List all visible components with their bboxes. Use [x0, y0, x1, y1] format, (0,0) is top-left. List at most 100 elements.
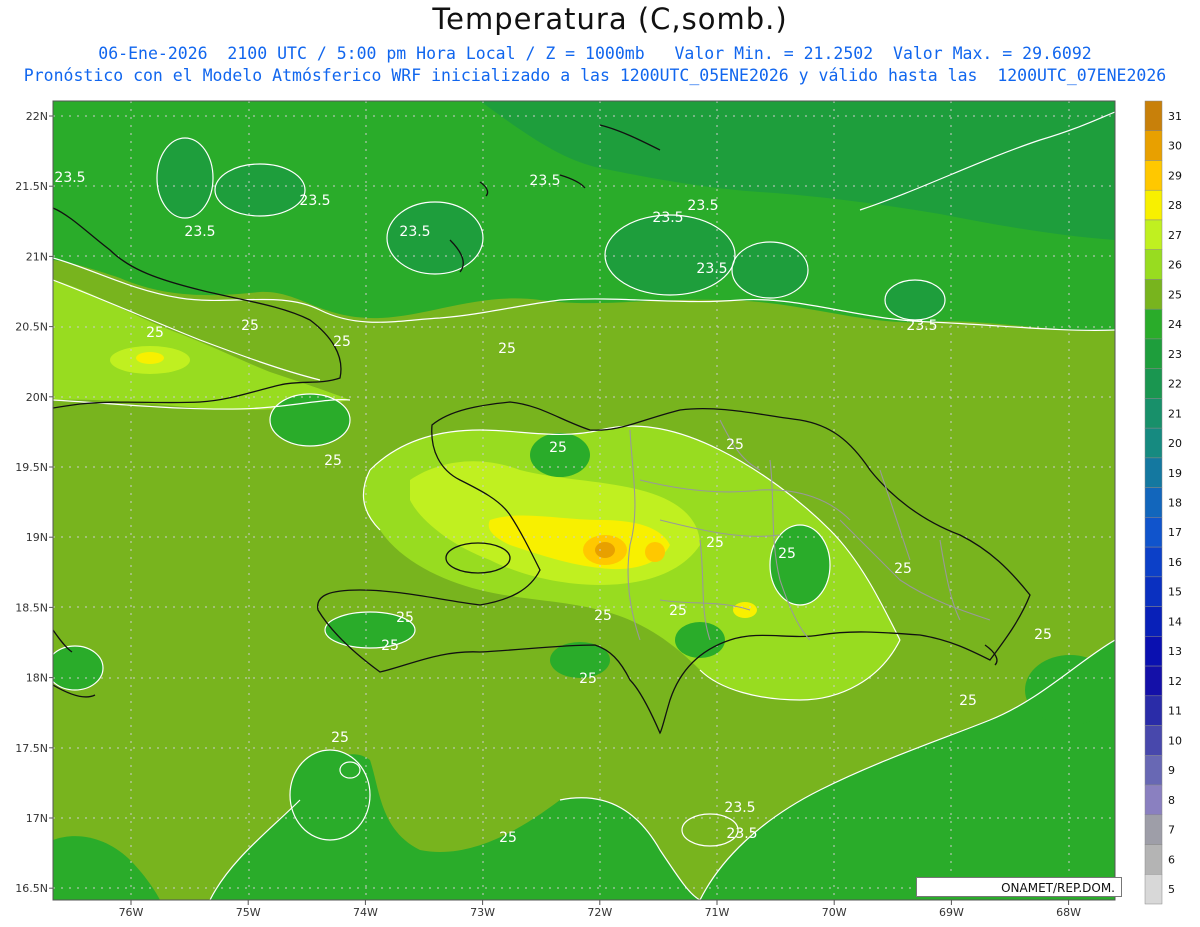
lon-label: 71W	[705, 906, 730, 919]
colorbar-label: 17	[1168, 526, 1182, 539]
colorbar-label: 29	[1168, 169, 1182, 182]
contour-value-label: 23.5	[696, 261, 727, 277]
credit-box: ONAMET/REP.DOM.	[916, 877, 1122, 897]
lon-label: 75W	[236, 906, 261, 919]
colorbar-label: 22	[1168, 378, 1182, 391]
contour-value-label: 25	[331, 730, 349, 746]
colorbar-label: 18	[1168, 497, 1182, 510]
colorbar-swatch	[1144, 100, 1163, 131]
contour-value-label: 25	[706, 535, 724, 551]
max-temp-core-east	[645, 542, 665, 562]
lat-label: 18.5N	[15, 601, 48, 614]
longitude-axis: 76W 75W 74W 73W 72W 71W 70W 69W 68W	[119, 900, 1081, 919]
colorbar-label: 31	[1168, 110, 1182, 123]
colorbar-label: 6	[1168, 853, 1175, 866]
colorbar-label: 27	[1168, 229, 1182, 242]
lat-label: 21N	[26, 250, 48, 263]
warm-spot	[733, 602, 757, 618]
temperature-map: 23.523.523.5 23.523.523.523.523.523.525 25…	[15, 100, 1182, 919]
lat-label: 20.5N	[15, 321, 48, 334]
colorbar-swatch	[1144, 725, 1163, 756]
contour-value-label: 25	[1034, 627, 1052, 643]
colorbar-swatch	[1144, 308, 1163, 340]
colorbar-swatch	[1144, 606, 1163, 637]
colorbar-swatch	[1144, 279, 1163, 310]
contour-value-label: 25	[959, 693, 977, 709]
colorbar-swatch	[1144, 546, 1163, 578]
colorbar-swatch	[1144, 814, 1163, 845]
colorbar-swatch	[1144, 249, 1163, 280]
contour-value-label: 25	[324, 453, 342, 469]
colorbar-swatch	[1144, 368, 1163, 399]
contour-value-label: 25	[726, 437, 744, 453]
colorbar-swatch	[1144, 844, 1163, 875]
colorbar-swatch	[1144, 130, 1163, 161]
lon-label: 74W	[353, 906, 378, 919]
contour-value-label: 23.5	[54, 170, 85, 186]
colorbar-swatch	[1144, 189, 1163, 221]
contour-value-label: 25	[594, 608, 612, 624]
contour-value-label: 23.5	[299, 193, 330, 209]
colorbar-label: 24	[1168, 318, 1182, 331]
colorbar-swatch	[1144, 576, 1163, 607]
contour-value-label: 25	[669, 603, 687, 619]
contour-value-label: 25	[549, 440, 567, 456]
contour-value-label: 23.5	[652, 210, 683, 226]
colorbar-label: 8	[1168, 794, 1175, 807]
lat-label: 19N	[26, 531, 48, 544]
colorbar-label: 13	[1168, 645, 1182, 658]
colorbar-label: 12	[1168, 675, 1182, 688]
lon-label: 69W	[939, 906, 964, 919]
colorbar-swatch	[1144, 487, 1163, 518]
dr-cool-pocket	[675, 622, 725, 658]
cuba-hottest-spot	[136, 352, 164, 364]
lat-label: 20N	[26, 391, 48, 404]
colorbar-label: 5	[1168, 883, 1175, 896]
contour-value-label: 23.5	[726, 826, 757, 842]
contour-value-label: 23.5	[529, 173, 560, 189]
lon-label: 73W	[470, 906, 495, 919]
colorbar-label: 16	[1168, 556, 1182, 569]
colorbar-swatch	[1144, 219, 1163, 250]
colorbar-swatch	[1144, 457, 1163, 488]
lon-label: 68W	[1056, 906, 1081, 919]
max-temp-center	[595, 542, 615, 558]
colorbar-swatch	[1144, 755, 1163, 786]
sea-blob	[1025, 655, 1115, 725]
contour-value-label: 25	[579, 671, 597, 687]
lon-label: 76W	[119, 906, 144, 919]
colorbar-label: 23	[1168, 348, 1182, 361]
colorbar-swatch	[1144, 517, 1163, 548]
contour-value-label: 23.5	[906, 318, 937, 334]
colorbar-swatch	[1144, 338, 1163, 369]
colorbar-label: 21	[1168, 407, 1182, 420]
colorbar-label: 26	[1168, 259, 1182, 272]
contour-value-label: 23.5	[184, 224, 215, 240]
contour-value-label: 23.5	[687, 198, 718, 214]
contour-value-label: 25	[396, 610, 414, 626]
contour-value-label: 25	[778, 546, 796, 562]
lat-label: 18N	[26, 672, 48, 685]
colorbar-label: 15	[1168, 586, 1182, 599]
lon-label: 72W	[587, 906, 612, 919]
lon-label: 70W	[822, 906, 847, 919]
colorbar-swatch	[1144, 784, 1163, 816]
contour-value-label: 25	[333, 334, 351, 350]
colorbar-label: 30	[1168, 140, 1182, 153]
colorbar-label: 9	[1168, 764, 1175, 777]
colorbar-label: 28	[1168, 199, 1182, 212]
contour-value-label: 25	[894, 561, 912, 577]
colorbar-swatch	[1144, 398, 1163, 429]
contour-value-label: 23.5	[724, 800, 755, 816]
lat-label: 17N	[26, 812, 48, 825]
contour-value-label: 25	[499, 830, 517, 846]
lat-label: 17.5N	[15, 742, 48, 755]
colorbar-swatch	[1144, 665, 1163, 697]
lat-label: 22N	[26, 110, 48, 123]
colorbar-swatch	[1144, 695, 1163, 726]
colorbar-swatch	[1144, 160, 1163, 191]
colorbar-swatch	[1144, 636, 1163, 667]
color-legend: 31 30 29 28 27 26 25 24 23 22 21 20 19 18 17 16 15 14 13 12…	[1144, 100, 1182, 905]
colorbar-label: 19	[1168, 467, 1182, 480]
contour-value-label: 25	[146, 325, 164, 341]
